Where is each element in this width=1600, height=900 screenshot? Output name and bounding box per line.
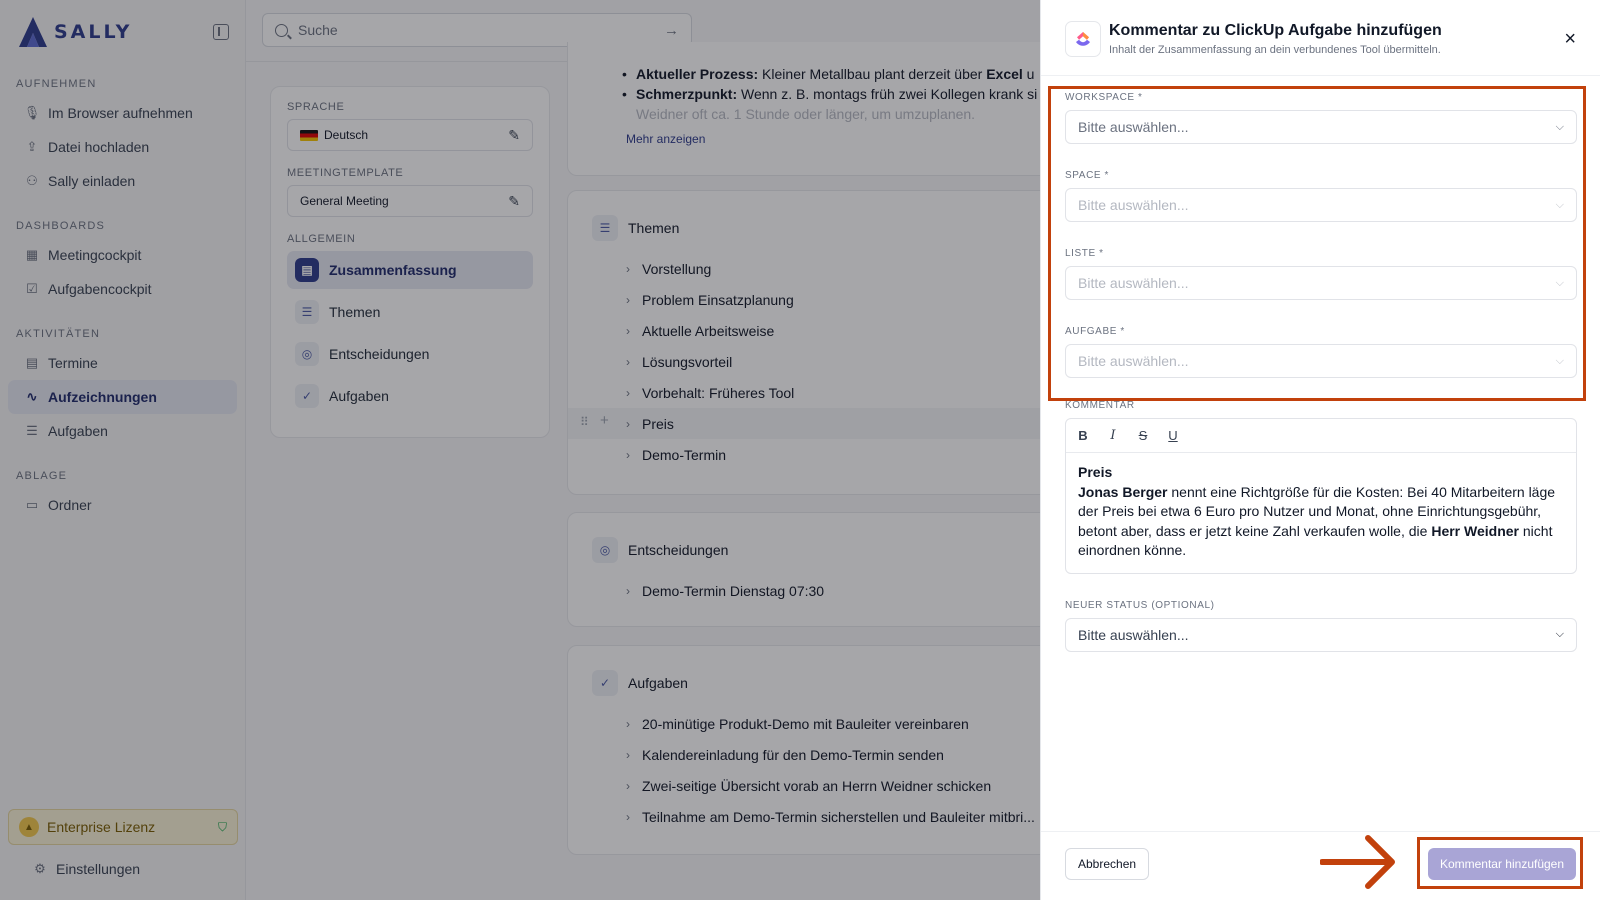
space-label: SPACE *: [1065, 170, 1110, 181]
comment-editor[interactable]: B I S U Preis Jonas Berger nennt eine Ri…: [1065, 418, 1577, 574]
chevron-down-icon: ⌵: [1555, 276, 1564, 289]
editor-toolbar: B I S U: [1066, 419, 1576, 453]
task-label: AUFGABE *: [1065, 326, 1125, 337]
comment-heading: Preis: [1078, 464, 1113, 480]
chevron-down-icon: ⌵: [1555, 120, 1564, 133]
clickup-logo-icon: [1065, 21, 1101, 57]
bold-icon[interactable]: B: [1076, 428, 1090, 443]
space-select[interactable]: Bitte auswählen... ⌵: [1065, 188, 1577, 222]
chevron-down-icon: ⌵: [1555, 198, 1564, 211]
drawer-subtitle: Inhalt der Zusammenfassung an dein verbu…: [1109, 44, 1441, 56]
underline-icon[interactable]: U: [1166, 428, 1180, 443]
comment-paragraph: Jonas Berger nennt eine Richtgröße für d…: [1078, 483, 1556, 559]
form-fields: WORKSPACE * Bitte auswählen... ⌵ SPACE *…: [1065, 92, 1577, 678]
chevron-down-icon: ⌵: [1555, 628, 1564, 640]
add-comment-button[interactable]: Kommentar hinzufügen: [1428, 848, 1576, 880]
workspace-select[interactable]: Bitte auswählen... ⌵: [1065, 110, 1577, 144]
list-label: LISTE *: [1065, 248, 1104, 259]
comment-label: KOMMENTAR: [1065, 400, 1135, 411]
italic-icon[interactable]: I: [1106, 428, 1120, 443]
close-icon[interactable]: ×: [1564, 28, 1576, 51]
workspace-label: WORKSPACE *: [1065, 92, 1143, 103]
cancel-button[interactable]: Abbrechen: [1065, 848, 1150, 880]
status-label: NEUER STATUS (OPTIONAL): [1065, 599, 1215, 611]
status-select[interactable]: Bitte auswählen... ⌵: [1065, 617, 1577, 652]
annotation-arrow-icon: [1320, 835, 1395, 889]
clickup-comment-drawer: Kommentar zu ClickUp Aufgabe hinzufügen …: [1040, 0, 1600, 900]
comment-text[interactable]: Preis Jonas Berger nennt eine Richtgröße…: [1066, 453, 1576, 573]
drawer-title: Kommentar zu ClickUp Aufgabe hinzufügen: [1109, 22, 1442, 39]
modal-backdrop[interactable]: [0, 0, 1040, 900]
strikethrough-icon[interactable]: S: [1136, 428, 1150, 443]
chevron-down-icon: ⌵: [1555, 354, 1564, 367]
list-select[interactable]: Bitte auswählen... ⌵: [1065, 266, 1577, 300]
drawer-header: Kommentar zu ClickUp Aufgabe hinzufügen …: [1041, 0, 1600, 76]
task-select[interactable]: Bitte auswählen... ⌵: [1065, 344, 1577, 378]
